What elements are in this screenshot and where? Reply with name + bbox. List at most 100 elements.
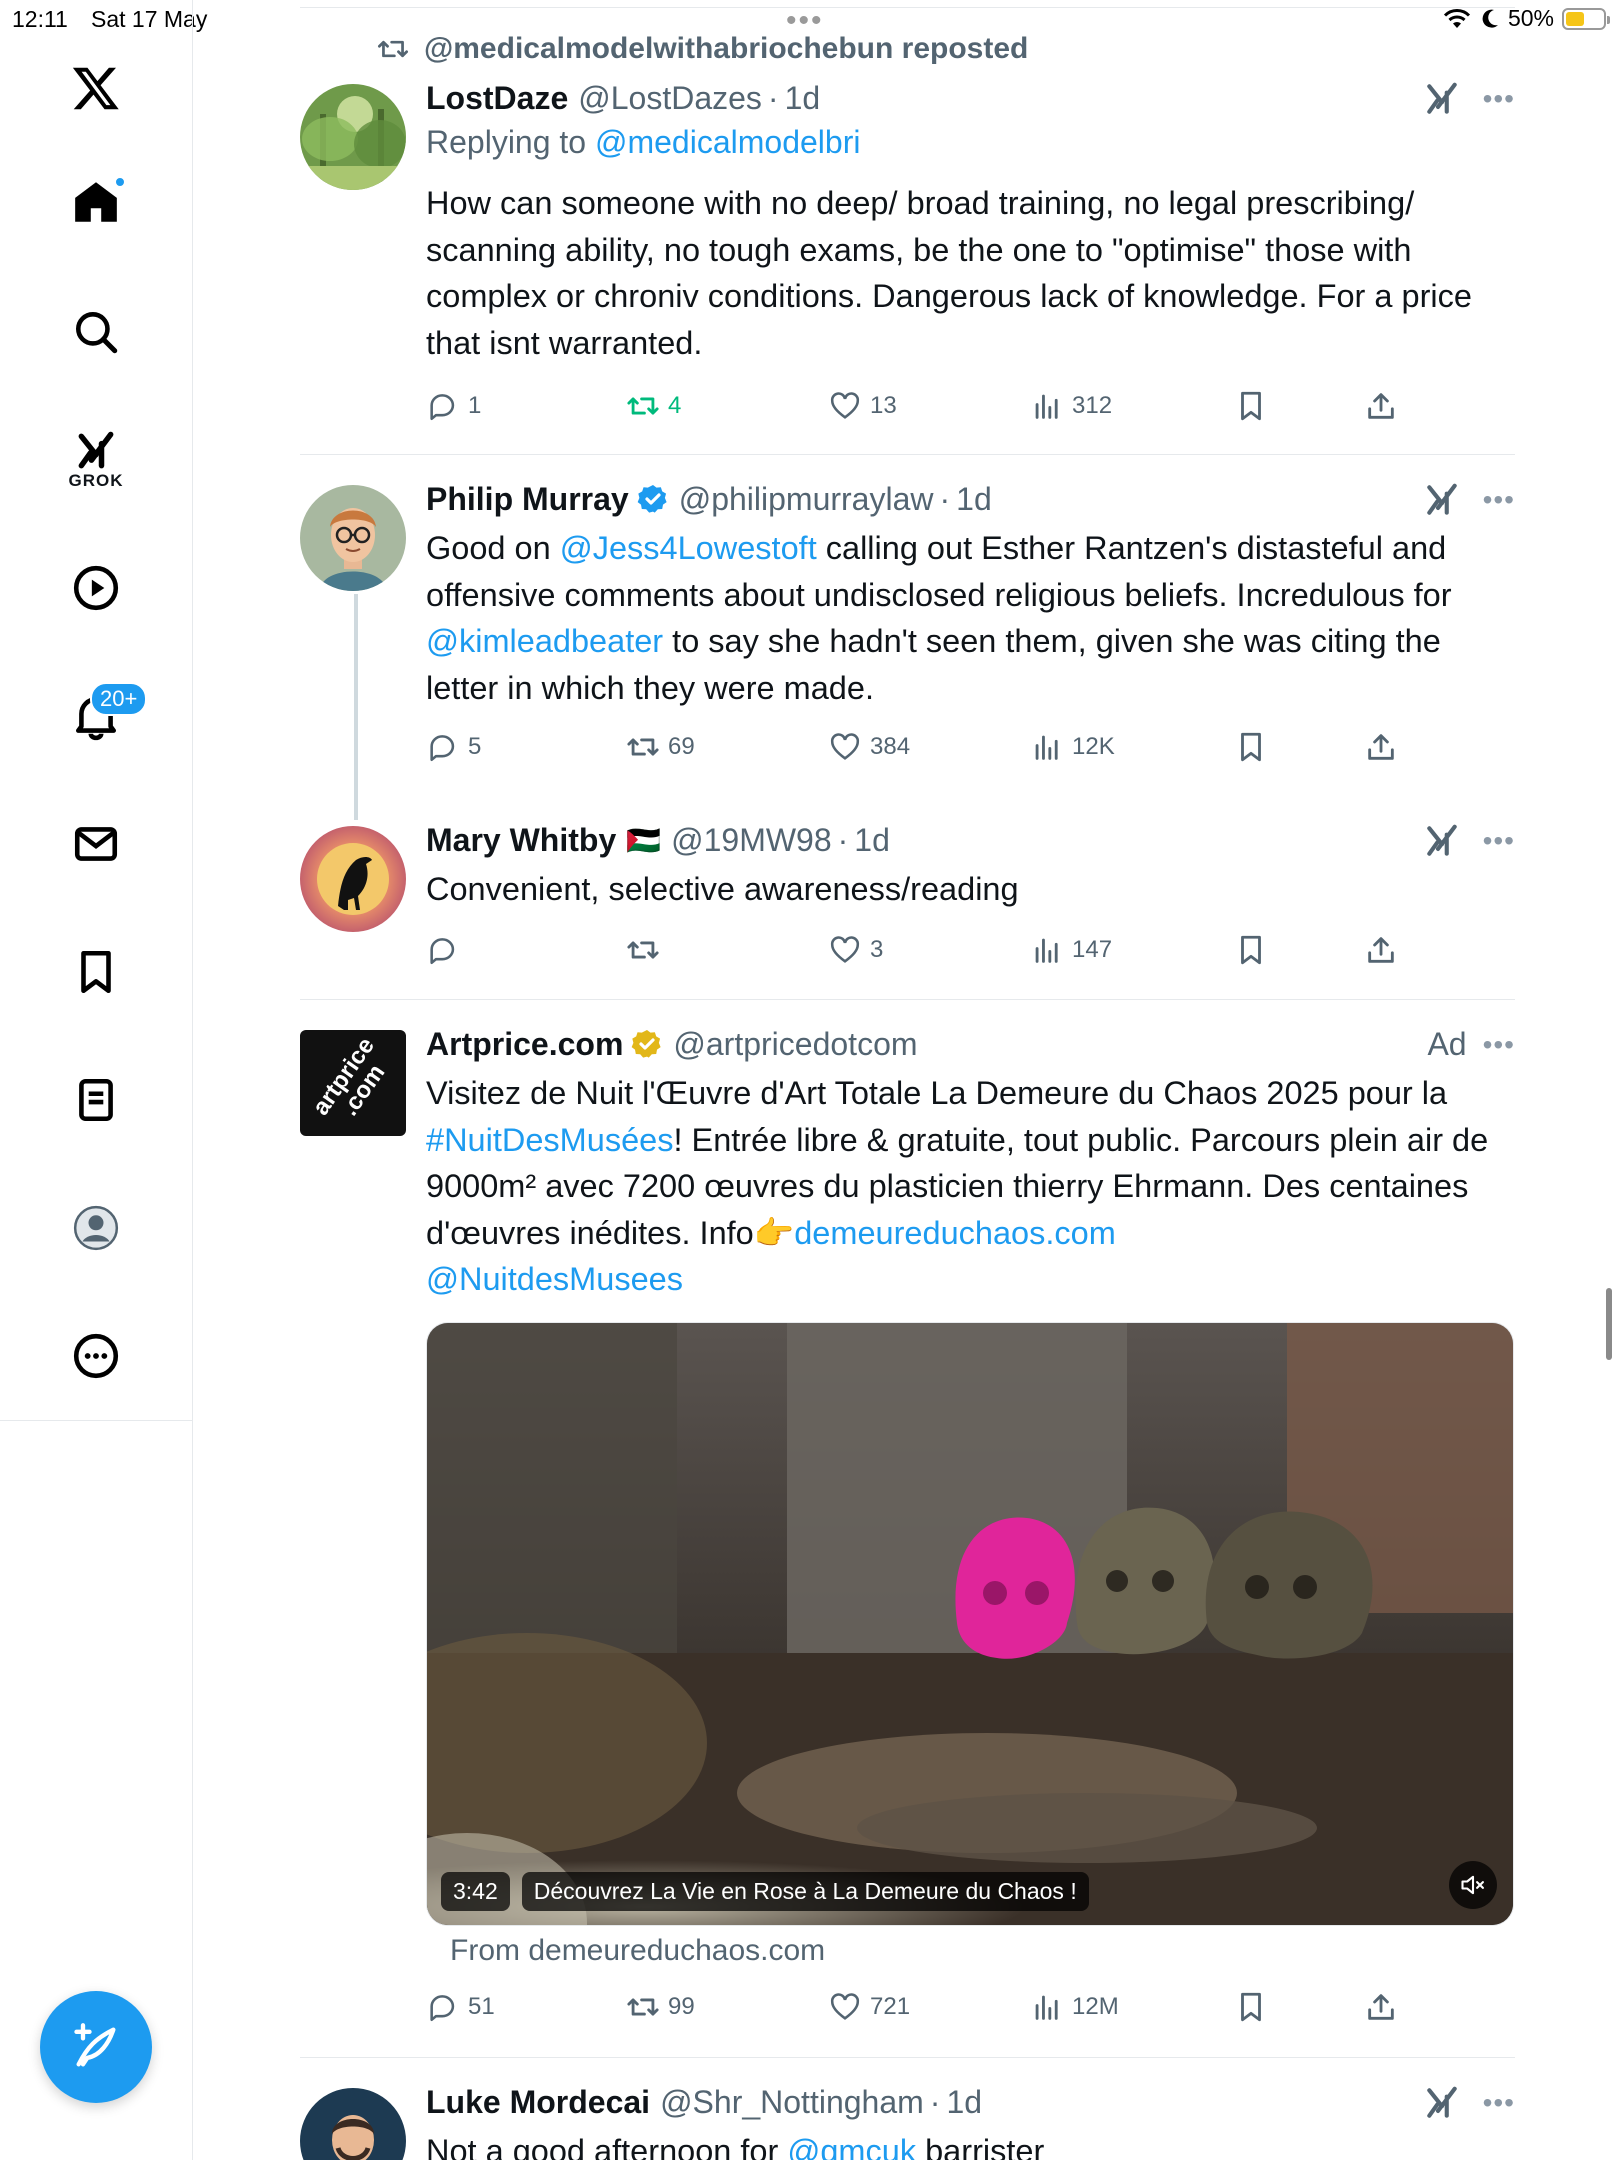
share-button[interactable] bbox=[1364, 933, 1398, 967]
share-icon bbox=[1368, 937, 1394, 963]
post-time[interactable]: 1d bbox=[854, 822, 890, 859]
repost-button[interactable]: 69 bbox=[626, 730, 695, 764]
mute-button[interactable] bbox=[1449, 1861, 1497, 1909]
search-icon[interactable] bbox=[56, 292, 136, 372]
post-time[interactable]: 1d bbox=[946, 2084, 982, 2121]
bookmark-icon bbox=[1241, 391, 1261, 421]
mention-link[interactable]: @kimleadbeater bbox=[426, 623, 663, 659]
mention-link[interactable]: @NuitdesMusees bbox=[426, 1261, 683, 1297]
author-name[interactable]: Mary Whitby bbox=[426, 822, 616, 859]
repost-icon bbox=[627, 397, 659, 415]
repost-button[interactable]: 4 bbox=[626, 389, 681, 423]
author-name[interactable]: Luke Mordecai bbox=[426, 2084, 650, 2121]
repost-banner[interactable]: @medicalmodelwithabriochebun reposted bbox=[376, 32, 1028, 66]
repost-button[interactable]: 99 bbox=[626, 1990, 695, 2024]
more-options-icon[interactable]: ••• bbox=[1483, 2087, 1515, 2119]
like-button[interactable]: 3 bbox=[828, 933, 883, 967]
reply-button[interactable]: 5 bbox=[426, 730, 481, 764]
author-handle[interactable]: @artpricedotcom bbox=[673, 1026, 917, 1063]
author-name[interactable]: LostDaze bbox=[426, 80, 568, 117]
avatar[interactable] bbox=[300, 84, 406, 190]
status-indicators: 50% bbox=[1442, 5, 1610, 32]
avatar[interactable] bbox=[300, 485, 406, 591]
bookmark-button[interactable] bbox=[1234, 933, 1268, 967]
views-button[interactable]: 312 bbox=[1030, 389, 1112, 423]
verified-badge-icon[interactable] bbox=[637, 483, 669, 515]
bookmarks-icon[interactable] bbox=[56, 932, 136, 1012]
video-play-icon[interactable] bbox=[56, 548, 136, 628]
more-options-icon[interactable]: ••• bbox=[1483, 825, 1515, 857]
tweet-actions: 51 99 721 12M bbox=[426, 1987, 1426, 2027]
bookmark-button[interactable] bbox=[1234, 1990, 1268, 2024]
avatar[interactable]: artprice .com bbox=[300, 1030, 406, 1136]
tweet-text: Convenient, selective awareness/reading bbox=[426, 871, 1019, 907]
scrollbar[interactable] bbox=[1606, 1288, 1612, 1360]
post-time[interactable]: 1d bbox=[785, 80, 821, 117]
battery-percent: 50% bbox=[1507, 5, 1554, 31]
home-icon[interactable] bbox=[56, 162, 136, 242]
more-options-icon[interactable]: ••• bbox=[1483, 484, 1515, 516]
ad-label: Ad bbox=[1427, 1026, 1467, 1062]
like-button[interactable]: 384 bbox=[828, 730, 910, 764]
video-player[interactable]: 3:42 Découvrez La Vie en Rose à La Demeu… bbox=[426, 1322, 1514, 1926]
post-time[interactable]: 1d bbox=[956, 481, 992, 518]
repost-icon bbox=[627, 941, 659, 959]
repost-icon bbox=[627, 1998, 659, 2016]
views-button[interactable]: 147 bbox=[1030, 933, 1112, 967]
views-button[interactable]: 12K bbox=[1030, 730, 1115, 764]
share-button[interactable] bbox=[1364, 730, 1398, 764]
author-handle[interactable]: @19MW98 bbox=[671, 822, 832, 859]
views-chart-icon bbox=[1035, 394, 1058, 419]
reply-button[interactable] bbox=[426, 933, 468, 967]
grok-icon[interactable] bbox=[1423, 2084, 1461, 2122]
reply-button[interactable]: 1 bbox=[426, 389, 481, 423]
x-logo-icon[interactable] bbox=[56, 48, 136, 128]
replying-to-link[interactable]: @medicalmodelbri bbox=[595, 124, 860, 160]
tweet-actions: 5 69 384 12K bbox=[426, 727, 1426, 767]
avatar[interactable] bbox=[300, 826, 406, 932]
share-button[interactable] bbox=[1364, 1990, 1398, 2024]
compose-post-button[interactable] bbox=[40, 1991, 152, 2103]
views-button[interactable]: 12M bbox=[1030, 1990, 1119, 2024]
lists-icon[interactable] bbox=[56, 1060, 136, 1140]
more-options-icon[interactable] bbox=[56, 1316, 136, 1396]
tweet-text: Good on @Jess4Lowestoft calling out Esth… bbox=[426, 530, 1452, 706]
reply-button[interactable]: 51 bbox=[426, 1990, 495, 2024]
author-handle[interactable]: @LostDazes bbox=[578, 80, 762, 117]
repost-button[interactable] bbox=[626, 933, 668, 967]
url-link[interactable]: demeureduchaos.com bbox=[794, 1215, 1116, 1251]
video-title[interactable]: Découvrez La Vie en Rose à La Demeure du… bbox=[521, 1872, 1089, 1911]
author-handle[interactable]: @philipmurraylaw bbox=[679, 481, 934, 518]
bookmark-button[interactable] bbox=[1234, 389, 1268, 423]
views-chart-icon bbox=[1035, 1995, 1058, 2020]
tweet-actions: 3 147 bbox=[426, 930, 1426, 970]
video-duration: 3:42 bbox=[441, 1872, 510, 1911]
heart-icon bbox=[830, 936, 860, 963]
mention-link[interactable]: @gmcuk bbox=[787, 2133, 916, 2160]
more-options-icon[interactable]: ••• bbox=[1483, 83, 1515, 115]
hashtag-link[interactable]: #NuitDesMusées bbox=[426, 1122, 673, 1158]
like-button[interactable]: 721 bbox=[828, 1990, 910, 2024]
avatar[interactable] bbox=[300, 2088, 406, 2160]
verified-gold-badge-icon[interactable] bbox=[631, 1028, 663, 1060]
bookmark-icon bbox=[1241, 935, 1261, 965]
from-domain-link[interactable]: From demeureduchaos.com bbox=[450, 1934, 825, 1968]
author-name[interactable]: Artprice.com bbox=[426, 1026, 623, 1063]
notifications-bell-icon[interactable]: 20+ bbox=[56, 676, 148, 756]
grok-icon[interactable] bbox=[1423, 481, 1461, 519]
bookmark-icon bbox=[1241, 732, 1261, 762]
author-handle[interactable]: @Shr_Nottingham bbox=[660, 2084, 924, 2121]
share-button[interactable] bbox=[1364, 389, 1398, 423]
grok-nav[interactable]: GROK bbox=[56, 420, 136, 500]
profile-avatar-icon[interactable] bbox=[56, 1188, 136, 1268]
mention-link[interactable]: @Jess4Lowestoft bbox=[560, 530, 817, 566]
messages-envelope-icon[interactable] bbox=[56, 804, 136, 884]
grok-icon[interactable] bbox=[1423, 80, 1461, 118]
author-name[interactable]: Philip Murray bbox=[426, 481, 629, 518]
reply-icon bbox=[430, 938, 455, 965]
like-button[interactable]: 13 bbox=[828, 389, 897, 423]
grok-icon[interactable] bbox=[1423, 822, 1461, 860]
bookmark-button[interactable] bbox=[1234, 730, 1268, 764]
heart-icon bbox=[830, 1993, 860, 2020]
more-options-icon[interactable]: ••• bbox=[1483, 1029, 1515, 1061]
